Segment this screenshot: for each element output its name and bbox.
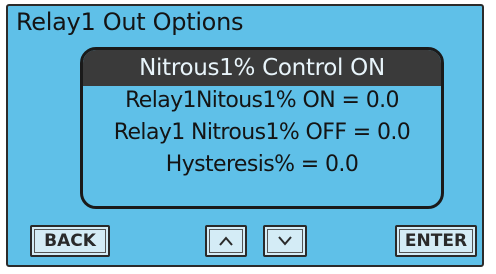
page-title: Relay1 Out Options [16,8,244,36]
down-button[interactable] [263,225,307,257]
back-button-label: BACK [44,231,96,251]
down-arrow-icon [278,236,292,246]
relay-off-setting[interactable]: Relay1 Nitrous1% OFF = 0.0 [83,118,441,148]
back-button[interactable]: BACK [30,225,110,257]
up-arrow-icon [219,236,233,246]
lcd-screen: Relay1 Out Options Nitrous1% Control ON … [6,4,484,267]
nitrous-control-toggle[interactable]: Nitrous1% Control ON [83,50,441,86]
enter-button-label: ENTER [404,231,468,251]
enter-button[interactable]: ENTER [395,225,477,257]
hysteresis-setting[interactable]: Hysteresis% = 0.0 [83,150,441,180]
relay-on-setting[interactable]: Relay1Nitous1% ON = 0.0 [83,86,441,116]
up-button[interactable] [205,225,247,257]
options-panel: Nitrous1% Control ON Relay1Nitous1% ON =… [80,47,444,209]
